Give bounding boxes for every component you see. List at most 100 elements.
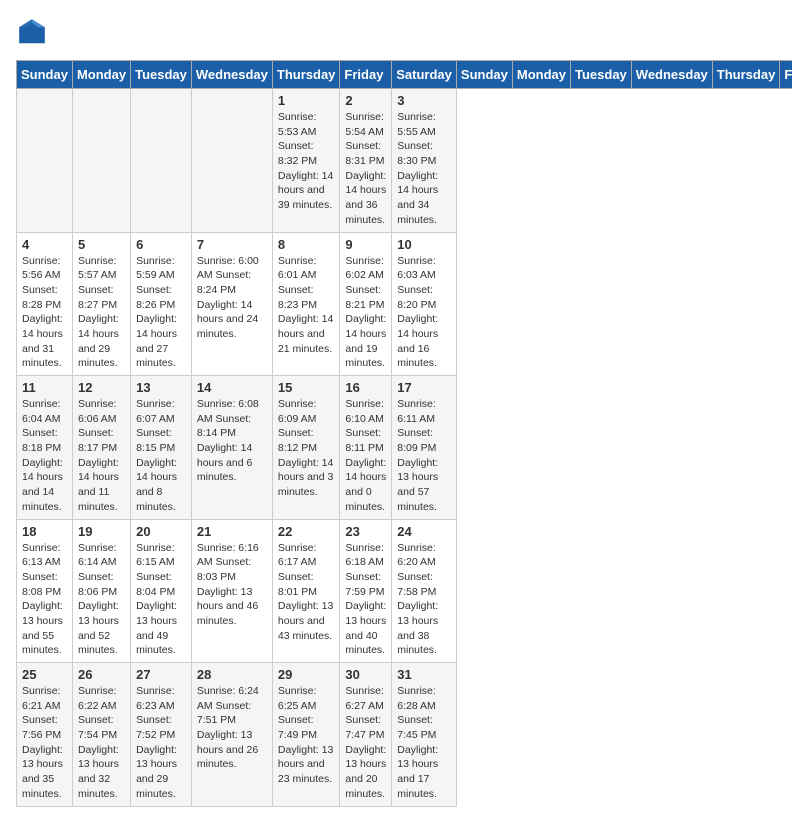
calendar-cell: 29 Sunrise: 6:25 AM Sunset: 7:49 PM Dayli…	[272, 663, 340, 807]
calendar-cell	[131, 89, 192, 233]
day-number: 2	[345, 93, 386, 108]
logo	[16, 16, 52, 48]
day-info: Sunrise: 5:54 AM Sunset: 8:31 PM Dayligh…	[345, 110, 386, 228]
day-info: Sunrise: 6:04 AM Sunset: 8:18 PM Dayligh…	[22, 397, 67, 515]
day-number: 6	[136, 237, 186, 252]
day-info: Sunrise: 6:17 AM Sunset: 8:01 PM Dayligh…	[278, 541, 335, 644]
calendar-cell: 17Sunrise: 6:11 AM Sunset: 8:09 PM Dayli…	[392, 376, 457, 520]
day-number: 26	[78, 667, 125, 682]
day-info: Sunrise: 6:15 AM Sunset: 8:04 PM Dayligh…	[136, 541, 186, 659]
day-number: 29	[278, 667, 335, 682]
day-number: 5	[78, 237, 125, 252]
calendar-cell: 22 Sunrise: 6:17 AM Sunset: 8:01 PM Dayli…	[272, 519, 340, 663]
calendar-cell: 13 Sunrise: 6:07 AM Sunset: 8:15 PM Dayli…	[131, 376, 192, 520]
day-info: Sunrise: 6:28 AM Sunset: 7:45 PM Dayligh…	[397, 684, 451, 802]
calendar-cell: 10 Sunrise: 6:03 AM Sunset: 8:20 PM Dayli…	[392, 232, 457, 376]
day-number: 20	[136, 524, 186, 539]
day-number: 12	[78, 380, 125, 395]
calendar-cell: 24Sunrise: 6:20 AM Sunset: 7:58 PM Dayli…	[392, 519, 457, 663]
calendar-cell: 7 Sunrise: 6:00 AM Sunset: 8:24 PM Daylig…	[191, 232, 272, 376]
calendar-cell: 9 Sunrise: 6:02 AM Sunset: 8:21 PM Daylig…	[340, 232, 392, 376]
day-info: Sunrise: 6:08 AM Sunset: 8:14 PM Dayligh…	[197, 397, 267, 485]
day-info: Sunrise: 6:02 AM Sunset: 8:21 PM Dayligh…	[345, 254, 386, 372]
day-number: 15	[278, 380, 335, 395]
day-number: 18	[22, 524, 67, 539]
day-info: Sunrise: 6:18 AM Sunset: 7:59 PM Dayligh…	[345, 541, 386, 659]
day-info: Sunrise: 5:56 AM Sunset: 8:28 PM Dayligh…	[22, 254, 67, 372]
day-header: Sunday	[17, 61, 73, 89]
calendar-cell: 6 Sunrise: 5:59 AM Sunset: 8:26 PM Daylig…	[131, 232, 192, 376]
calendar-cell: 20 Sunrise: 6:15 AM Sunset: 8:04 PM Dayli…	[131, 519, 192, 663]
day-header: Monday	[72, 61, 130, 89]
calendar-cell: 15 Sunrise: 6:09 AM Sunset: 8:12 PM Dayli…	[272, 376, 340, 520]
calendar-cell: 23 Sunrise: 6:18 AM Sunset: 7:59 PM Dayli…	[340, 519, 392, 663]
day-header: Friday	[780, 61, 792, 89]
day-header: Wednesday	[631, 61, 712, 89]
calendar-cell: 4Sunrise: 5:56 AM Sunset: 8:28 PM Daylig…	[17, 232, 73, 376]
calendar-week-row: 25 Sunrise: 6:21 AM Sunset: 7:56 PM Dayli…	[17, 663, 792, 807]
day-number: 25	[22, 667, 67, 682]
day-number: 31	[397, 667, 451, 682]
day-info: Sunrise: 6:11 AM Sunset: 8:09 PM Dayligh…	[397, 397, 451, 515]
day-header: Thursday	[712, 61, 780, 89]
day-info: Sunrise: 6:10 AM Sunset: 8:11 PM Dayligh…	[345, 397, 386, 515]
calendar-week-row: 1 Sunrise: 5:53 AM Sunset: 8:32 PM Daylig…	[17, 89, 792, 233]
day-info: Sunrise: 6:01 AM Sunset: 8:23 PM Dayligh…	[278, 254, 335, 357]
calendar-cell: 14 Sunrise: 6:08 AM Sunset: 8:14 PM Dayli…	[191, 376, 272, 520]
day-info: Sunrise: 6:22 AM Sunset: 7:54 PM Dayligh…	[78, 684, 125, 802]
day-info: Sunrise: 6:03 AM Sunset: 8:20 PM Dayligh…	[397, 254, 451, 372]
day-info: Sunrise: 5:59 AM Sunset: 8:26 PM Dayligh…	[136, 254, 186, 372]
day-info: Sunrise: 6:14 AM Sunset: 8:06 PM Dayligh…	[78, 541, 125, 659]
day-number: 30	[345, 667, 386, 682]
calendar-cell: 30Sunrise: 6:27 AM Sunset: 7:47 PM Dayli…	[340, 663, 392, 807]
day-header: Sunday	[456, 61, 512, 89]
logo-icon	[16, 16, 48, 48]
day-number: 1	[278, 93, 335, 108]
day-number: 19	[78, 524, 125, 539]
day-number: 8	[278, 237, 335, 252]
calendar-cell: 2 Sunrise: 5:54 AM Sunset: 8:31 PM Daylig…	[340, 89, 392, 233]
day-number: 11	[22, 380, 67, 395]
day-number: 23	[345, 524, 386, 539]
day-number: 28	[197, 667, 267, 682]
day-number: 3	[397, 93, 451, 108]
day-info: Sunrise: 6:21 AM Sunset: 7:56 PM Dayligh…	[22, 684, 67, 802]
calendar-cell: 1 Sunrise: 5:53 AM Sunset: 8:32 PM Daylig…	[272, 89, 340, 233]
day-number: 22	[278, 524, 335, 539]
calendar-week-row: 18 Sunrise: 6:13 AM Sunset: 8:08 PM Dayli…	[17, 519, 792, 663]
day-info: Sunrise: 6:00 AM Sunset: 8:24 PM Dayligh…	[197, 254, 267, 342]
day-number: 9	[345, 237, 386, 252]
day-number: 7	[197, 237, 267, 252]
header-row: SundayMondayTuesdayWednesdayThursdayFrid…	[17, 61, 792, 89]
day-info: Sunrise: 6:06 AM Sunset: 8:17 PM Dayligh…	[78, 397, 125, 515]
day-number: 27	[136, 667, 186, 682]
day-number: 13	[136, 380, 186, 395]
calendar-week-row: 4Sunrise: 5:56 AM Sunset: 8:28 PM Daylig…	[17, 232, 792, 376]
day-info: Sunrise: 6:20 AM Sunset: 7:58 PM Dayligh…	[397, 541, 451, 659]
calendar-cell: 21Sunrise: 6:16 AM Sunset: 8:03 PM Dayli…	[191, 519, 272, 663]
calendar-cell: 19 Sunrise: 6:14 AM Sunset: 8:06 PM Dayli…	[72, 519, 130, 663]
day-number: 21	[197, 524, 267, 539]
calendar-cell: 8 Sunrise: 6:01 AM Sunset: 8:23 PM Daylig…	[272, 232, 340, 376]
calendar-table: SundayMondayTuesdayWednesdayThursdayFrid…	[16, 60, 792, 807]
day-info: Sunrise: 5:55 AM Sunset: 8:30 PM Dayligh…	[397, 110, 451, 228]
calendar-cell	[72, 89, 130, 233]
day-header: Thursday	[272, 61, 340, 89]
calendar-cell: 3 Sunrise: 5:55 AM Sunset: 8:30 PM Daylig…	[392, 89, 457, 233]
calendar-cell: 31 Sunrise: 6:28 AM Sunset: 7:45 PM Dayli…	[392, 663, 457, 807]
day-info: Sunrise: 6:25 AM Sunset: 7:49 PM Dayligh…	[278, 684, 335, 787]
day-info: Sunrise: 6:07 AM Sunset: 8:15 PM Dayligh…	[136, 397, 186, 515]
day-info: Sunrise: 6:09 AM Sunset: 8:12 PM Dayligh…	[278, 397, 335, 500]
day-header: Wednesday	[191, 61, 272, 89]
day-info: Sunrise: 6:24 AM Sunset: 7:51 PM Dayligh…	[197, 684, 267, 772]
calendar-cell: 25 Sunrise: 6:21 AM Sunset: 7:56 PM Dayli…	[17, 663, 73, 807]
day-info: Sunrise: 6:13 AM Sunset: 8:08 PM Dayligh…	[22, 541, 67, 659]
day-number: 14	[197, 380, 267, 395]
day-number: 10	[397, 237, 451, 252]
calendar-cell: 16Sunrise: 6:10 AM Sunset: 8:11 PM Dayli…	[340, 376, 392, 520]
day-info: Sunrise: 5:53 AM Sunset: 8:32 PM Dayligh…	[278, 110, 335, 213]
day-header: Tuesday	[571, 61, 632, 89]
calendar-cell: 5Sunrise: 5:57 AM Sunset: 8:27 PM Daylig…	[72, 232, 130, 376]
calendar-cell: 12 Sunrise: 6:06 AM Sunset: 8:17 PM Dayli…	[72, 376, 130, 520]
calendar-cell: 11 Sunrise: 6:04 AM Sunset: 8:18 PM Dayli…	[17, 376, 73, 520]
